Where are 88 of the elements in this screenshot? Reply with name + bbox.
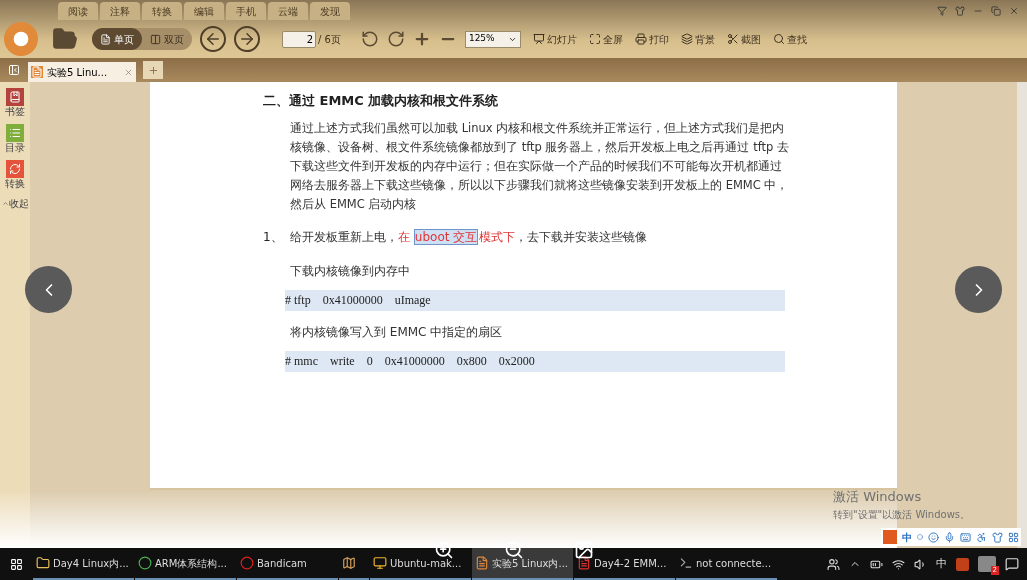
taskbar-item[interactable]: Day4-2 EMM... [574, 548, 675, 580]
map-icon [342, 556, 356, 570]
back-icon[interactable] [200, 26, 226, 52]
body-text: 将内核镜像写入到 EMMC 中指定的扇区 [290, 324, 504, 341]
bookmark-icon [9, 91, 21, 103]
menu-tab[interactable]: 阅读 [58, 2, 98, 20]
wifi-icon[interactable] [892, 557, 905, 571]
forward-icon[interactable] [234, 26, 260, 52]
zoom-in-icon[interactable] [434, 540, 454, 560]
toolbar-button[interactable]: 背景 [680, 31, 715, 47]
menu-tab[interactable]: 转换 [142, 2, 182, 20]
list-icon [9, 127, 21, 139]
scissors-icon [726, 33, 739, 45]
keyboard-icon [960, 531, 971, 543]
layers-icon [680, 33, 693, 45]
plus-icon [147, 64, 159, 76]
input-language[interactable]: 中 [936, 555, 947, 573]
toolbar-button[interactable]: 幻灯片 [532, 31, 577, 47]
taskbar-item[interactable]: Bandicam [237, 548, 338, 580]
close-icon [124, 67, 133, 77]
toolbar-button[interactable]: 打印 [634, 31, 669, 47]
menu-tab[interactable]: 注释 [100, 2, 140, 20]
taskbar-item[interactable]: ARM体系结构... [135, 548, 236, 580]
volume-icon[interactable] [914, 557, 927, 571]
terminal-icon [679, 556, 693, 570]
list-number: 1、 [263, 229, 284, 246]
menu-tab[interactable]: 编辑 [184, 2, 224, 20]
paragraph: 通过上述方式我们虽然可以加载 Linux 内核和根文件系统并正常运行，但上述方式我们是把内核镜像、设备树、根文件系统镜像都放到了 tftp 服务器上，然后开发板上电之后再通过 tftp 去下载这些文件到开发板的内存中运行；但在实际做一个产品的时候我们不可能每次开机都通过网络去服务器上下载这些镜像，所以以下步骤我们就将这些镜像安装到开发板上的 EMMC 中，然后从 EMMC 启动内核 [290, 120, 790, 213]
start-icon[interactable] [10, 557, 23, 571]
convert-icon [9, 163, 21, 175]
document-tab[interactable]: 实验5 Linu... [28, 62, 136, 82]
taskbar-item[interactable]: not connecte... [676, 548, 777, 580]
activation-message: 转到"设置"以激活 Windows。 [833, 507, 971, 522]
person-icon [976, 531, 987, 543]
input-mode[interactable]: 中 [902, 529, 912, 545]
ime-toolbar[interactable]: 中 [881, 528, 1021, 546]
shirt-icon[interactable] [955, 6, 965, 16]
previous-button[interactable] [25, 266, 72, 313]
menu-tab[interactable]: 手机 [226, 2, 266, 20]
action-center-icon[interactable] [1005, 557, 1019, 571]
activation-title: 激活 Windows [833, 488, 923, 506]
document-icon [577, 556, 591, 570]
monitor-icon [373, 556, 387, 570]
toolbar-button[interactable]: 查找 [772, 31, 807, 47]
section-heading: 二、通过 EMMC 加载内核和根文件系统 [263, 92, 500, 110]
zoom-out-icon[interactable] [504, 540, 524, 560]
collapse-button[interactable]: 收起 [1, 196, 29, 211]
app-logo[interactable] [4, 22, 38, 56]
microphone-icon [944, 531, 955, 543]
toolbar-button[interactable]: 截图 [726, 31, 761, 47]
page-count: / 6页 [318, 32, 341, 47]
taskbar-item[interactable]: Day4 Linux内... [33, 548, 134, 580]
document-icon [475, 556, 489, 570]
page-input[interactable]: 2 [282, 30, 316, 48]
view-mode-button[interactable]: 单页 [92, 28, 142, 50]
toolbar-button[interactable]: 全屏 [588, 31, 623, 47]
search-icon [772, 33, 785, 45]
emoji-icon [928, 531, 939, 543]
taskbar-item[interactable]: 实验5 Linux内... [472, 548, 573, 580]
scrollbar[interactable] [1017, 82, 1027, 548]
new-tab-button[interactable] [143, 61, 163, 79]
menu-tab[interactable]: 发现 [310, 2, 350, 20]
page-icon [100, 33, 111, 45]
people-icon[interactable] [827, 557, 840, 571]
folder-icon [36, 556, 50, 570]
body-text: 下载内核镜像到内存中 [290, 263, 411, 280]
slideshow-icon [532, 33, 545, 45]
view-mode-button[interactable]: 双页 [142, 28, 192, 50]
rotate-left-icon[interactable] [360, 30, 379, 48]
printer-icon [634, 33, 647, 45]
two-page-icon [150, 33, 161, 45]
record-icon [240, 556, 254, 570]
next-button[interactable] [955, 266, 1002, 313]
close-icon[interactable] [1009, 6, 1019, 16]
shirt-icon [992, 531, 1003, 543]
rotate-right-icon[interactable] [386, 30, 405, 48]
collapse-panel-icon[interactable] [8, 64, 20, 76]
zoom-select[interactable]: 125% [464, 30, 521, 48]
folder-icon[interactable] [52, 26, 78, 52]
fullscreen-icon [588, 33, 601, 45]
punctuation-icon [917, 534, 923, 540]
menu-tab[interactable]: 云端 [268, 2, 308, 20]
chevron-up-icon [1, 200, 9, 207]
document-icon [31, 66, 43, 78]
grid-icon [1008, 531, 1019, 543]
restore-icon[interactable] [991, 6, 1001, 16]
browser-icon [138, 556, 152, 570]
list-item-text: 给开发板重新上电，在 uboot 交互 模式下，去下载并安装这些镜像 [290, 228, 648, 247]
